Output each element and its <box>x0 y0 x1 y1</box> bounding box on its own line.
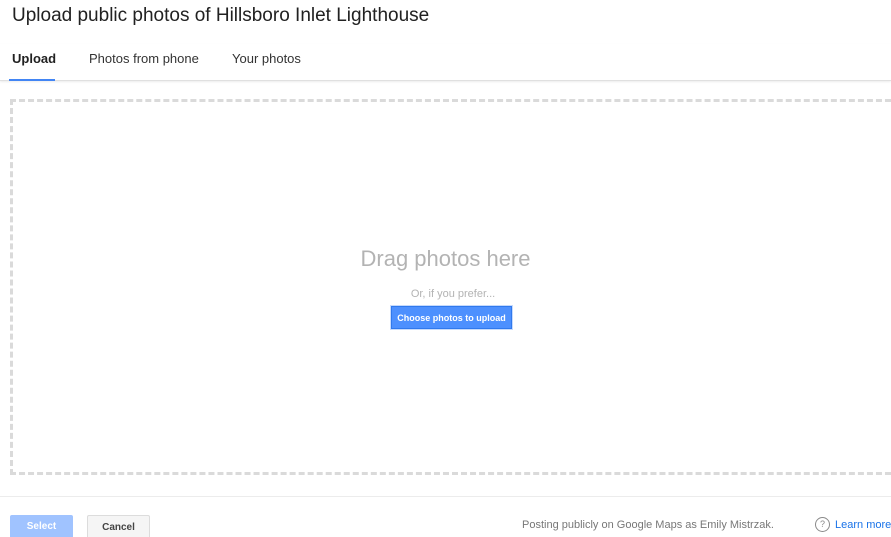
drop-zone-headline-wrap: Drag photos here <box>0 246 891 272</box>
dialog-title: Upload public photos of Hillsboro Inlet … <box>12 5 430 26</box>
posting-notice: Posting publicly on Google Maps as Emily… <box>522 519 774 531</box>
select-button[interactable]: Select <box>10 515 73 537</box>
footer-divider <box>0 496 891 497</box>
learn-more-link[interactable]: Learn more <box>835 519 891 531</box>
tab-upload[interactable]: Upload <box>12 51 56 66</box>
drop-zone-headline: Drag photos here <box>360 246 531 271</box>
question-circle-icon[interactable]: ? <box>815 517 830 532</box>
tab-photos-from-phone[interactable]: Photos from phone <box>89 51 199 66</box>
photo-drop-zone[interactable] <box>10 99 891 475</box>
active-tab-indicator <box>9 79 55 81</box>
drop-zone-alt-text: Or, if you prefer... <box>410 288 496 300</box>
upload-photos-dialog: Upload public photos of Hillsboro Inlet … <box>0 0 891 537</box>
tab-bar: Upload Photos from phone Your photos <box>0 44 891 81</box>
choose-photos-button[interactable]: Choose photos to upload <box>391 306 512 329</box>
tab-your-photos[interactable]: Your photos <box>232 51 301 66</box>
cancel-button[interactable]: Cancel <box>87 515 150 537</box>
